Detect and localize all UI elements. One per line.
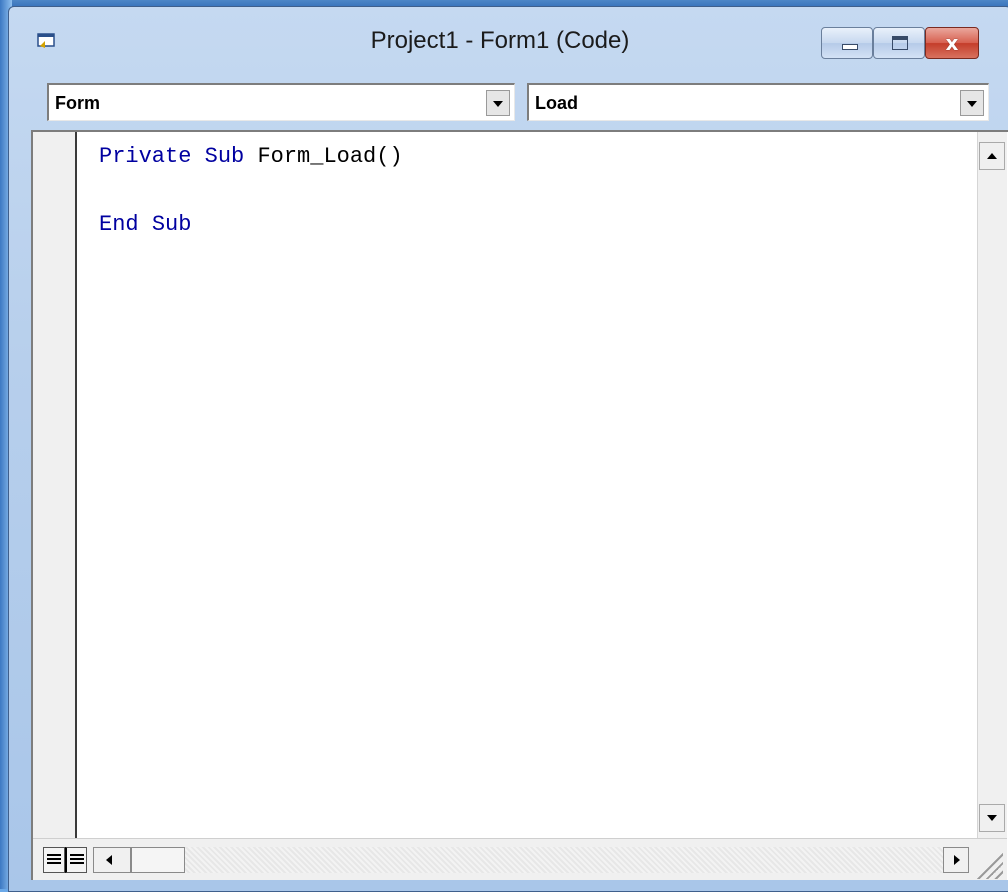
procedure-view-button[interactable] bbox=[43, 847, 65, 873]
chevron-down-icon bbox=[967, 101, 977, 107]
resize-grip-icon[interactable] bbox=[973, 851, 1003, 879]
vertical-scrollbar[interactable] bbox=[977, 132, 1007, 838]
object-dropdown-value: Form bbox=[55, 93, 100, 113]
procedure-dropdown-button[interactable] bbox=[960, 90, 984, 116]
title-bar[interactable]: Project1 - Form1 (Code) x bbox=[9, 7, 1008, 73]
keyword: End bbox=[99, 212, 139, 237]
scroll-right-button[interactable] bbox=[943, 847, 969, 873]
full-module-view-icon bbox=[70, 854, 84, 866]
procedure-dropdown-value: Load bbox=[535, 93, 578, 113]
procedure-dropdown[interactable]: Load bbox=[527, 83, 989, 121]
code-text[interactable]: Private Sub Form_Load() End Sub bbox=[99, 140, 403, 242]
scroll-up-button[interactable] bbox=[979, 142, 1005, 170]
code-line-blank[interactable] bbox=[99, 174, 403, 208]
minimize-button[interactable] bbox=[821, 27, 873, 59]
arrow-up-icon bbox=[987, 153, 997, 159]
object-dropdown[interactable]: Form bbox=[47, 83, 515, 121]
keyword: Private bbox=[99, 144, 192, 169]
scroll-left-button[interactable] bbox=[93, 847, 131, 873]
minimize-icon bbox=[842, 44, 858, 50]
code-editor[interactable]: Private Sub Form_Load() End Sub bbox=[31, 130, 1008, 880]
arrow-down-icon bbox=[987, 815, 997, 821]
margin-indicator-bar[interactable] bbox=[33, 132, 77, 838]
horizontal-scroll-track[interactable] bbox=[185, 847, 943, 873]
object-dropdown-button[interactable] bbox=[486, 90, 510, 116]
horizontal-scroll-thumb[interactable] bbox=[131, 847, 185, 873]
code-window: Project1 - Form1 (Code) x Form Load Priv… bbox=[8, 6, 1008, 892]
scroll-down-button[interactable] bbox=[979, 804, 1005, 832]
arrow-left-icon bbox=[106, 855, 112, 865]
bottom-bar bbox=[33, 838, 1007, 880]
code-line[interactable]: Private Sub Form_Load() bbox=[99, 140, 403, 174]
close-button[interactable]: x bbox=[925, 27, 979, 59]
close-icon: x bbox=[945, 31, 959, 55]
full-module-view-button[interactable] bbox=[65, 847, 87, 873]
keyword: Sub bbox=[151, 212, 192, 237]
procedure-name: Form_Load() bbox=[257, 144, 403, 169]
procedure-view-icon bbox=[47, 854, 61, 866]
keyword: Sub bbox=[204, 144, 245, 169]
chevron-down-icon bbox=[493, 101, 503, 107]
maximize-button[interactable] bbox=[873, 27, 925, 59]
arrow-right-icon bbox=[954, 855, 960, 865]
code-line[interactable]: End Sub bbox=[99, 208, 403, 242]
maximize-icon bbox=[892, 36, 908, 50]
